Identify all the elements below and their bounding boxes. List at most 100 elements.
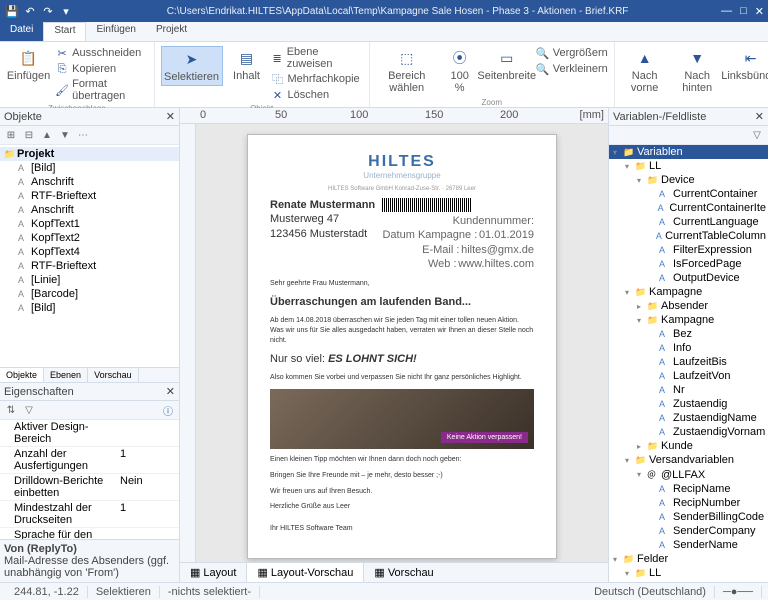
view-layout-preview[interactable]: ▦Layout-Vorschau <box>246 563 364 582</box>
tree-item[interactable]: ARTF-Brieftext <box>0 189 179 203</box>
qat-save-icon[interactable]: 💾 <box>4 3 20 19</box>
tree-item[interactable]: A[Bild] <box>0 161 179 175</box>
menu-bar: Datei Start Einfügen Projekt <box>0 22 768 42</box>
var-node[interactable]: ALaufzeitBis <box>609 355 768 369</box>
prop-row[interactable]: Aktiver Design-Bereich <box>0 420 179 447</box>
var-node[interactable]: AZustaendigVornam <box>609 425 768 439</box>
var-node[interactable]: AOutputDevice <box>609 271 768 285</box>
tree-item[interactable]: AKopfText1 <box>0 217 179 231</box>
tree-item[interactable]: ARTF-Brieftext <box>0 259 179 273</box>
page-width-button[interactable]: ▭Seitenbreite <box>482 46 532 84</box>
var-node[interactable]: ANr <box>609 383 768 397</box>
tree-item[interactable]: AKopfText2 <box>0 231 179 245</box>
prop-row[interactable]: Anzahl der Ausfertigungen1 <box>0 447 179 474</box>
up-icon[interactable]: ▲ <box>40 128 54 142</box>
send-back-button[interactable]: ▼Nach hinten <box>672 46 721 96</box>
more-icon[interactable]: ⋯ <box>76 128 90 142</box>
var-node[interactable]: ACurrentLanguage <box>609 215 768 229</box>
zoom-100-button[interactable]: ⦿100 % <box>442 46 478 96</box>
var-node[interactable]: ▸📁Absender <box>609 299 768 313</box>
zoom-in-button[interactable]: 🔍Vergrößern <box>536 46 608 60</box>
prop-row[interactable]: Drilldown-Berichte einbettenNein <box>0 474 179 501</box>
var-node[interactable]: AZustaendig <box>609 397 768 411</box>
format-painter-button[interactable]: 🖌Format übertragen <box>55 78 147 102</box>
var-node[interactable]: ABez <box>609 327 768 341</box>
tree-item[interactable]: A[Bild] <box>0 301 179 315</box>
close-props-icon[interactable]: ✕ <box>166 385 175 398</box>
zoom-out-button[interactable]: 🔍Verkleinern <box>536 62 608 76</box>
var-node[interactable]: ▾📁Device <box>609 173 768 187</box>
tab-layers[interactable]: Ebenen <box>44 368 88 382</box>
align-left-button[interactable]: ⇤Linksbündig <box>726 46 768 84</box>
var-node[interactable]: ARecipNumber <box>609 496 768 510</box>
tree-item[interactable]: AAnschrift <box>0 203 179 217</box>
tab-start[interactable]: Start <box>43 22 86 41</box>
qat-undo-icon[interactable]: ↶ <box>22 3 38 19</box>
multi-copy-button[interactable]: ⿻Mehrfachkopie <box>271 72 363 86</box>
var-node[interactable]: ALaufzeitVon <box>609 369 768 383</box>
zoom-slider[interactable]: ─●── <box>715 586 762 598</box>
var-node[interactable]: AInfo <box>609 341 768 355</box>
var-node[interactable]: ▾📁Kampagne <box>609 313 768 327</box>
var-node[interactable]: ▾📁Versandvariablen <box>609 453 768 467</box>
var-node[interactable]: ▾📁LL <box>609 566 768 580</box>
var-node[interactable]: ASenderName <box>609 538 768 552</box>
var-node[interactable]: ASenderCompany <box>609 524 768 538</box>
minimize-icon[interactable]: — <box>721 5 732 18</box>
bring-front-button[interactable]: ▲Nach vorne <box>621 46 669 96</box>
var-node[interactable]: ASenderBillingCode <box>609 510 768 524</box>
var-node[interactable]: ARecipName <box>609 482 768 496</box>
sort-icon[interactable]: ⇅ <box>4 403 18 417</box>
paste-button[interactable]: 📋Einfügen <box>6 46 51 84</box>
zoom-area-button[interactable]: ⬚Bereich wählen <box>376 46 438 96</box>
select-button[interactable]: ➤Selektieren <box>161 46 223 86</box>
var-node[interactable]: ACurrentTableColumn <box>609 229 768 243</box>
view-layout[interactable]: ▦Layout <box>180 563 246 582</box>
document-page[interactable]: HILTES Unternehmensgruppe HILTES Softwar… <box>247 134 557 559</box>
filter-icon[interactable]: ▽ <box>750 128 764 142</box>
content-icon: ▤ <box>237 48 257 68</box>
tree-item[interactable]: AKopfText4 <box>0 245 179 259</box>
var-node[interactable]: AIsForcedPage <box>609 257 768 271</box>
assign-layer-button[interactable]: ≣Ebene zuweisen <box>271 46 363 70</box>
tab-insert[interactable]: Einfügen <box>86 22 145 41</box>
tab-objects[interactable]: Objekte <box>0 368 44 382</box>
var-node[interactable]: AFilterExpression <box>609 243 768 257</box>
var-node[interactable]: ▾📁Kampagne <box>609 285 768 299</box>
var-node[interactable]: ▾＠@LLFAX <box>609 467 768 482</box>
filter-icon[interactable]: ▽ <box>22 403 36 417</box>
qat-more-icon[interactable]: ▾ <box>58 3 74 19</box>
view-preview[interactable]: ▦Vorschau <box>364 563 443 582</box>
maximize-icon[interactable]: □ <box>740 5 747 18</box>
var-node[interactable]: ▾📁Felder <box>609 552 768 566</box>
var-node[interactable]: ACurrentContainer <box>609 187 768 201</box>
close-icon[interactable]: ✕ <box>755 5 764 18</box>
var-node[interactable]: ACurrentContainerIte <box>609 201 768 215</box>
qat-redo-icon[interactable]: ↷ <box>40 3 56 19</box>
copy-button[interactable]: ⎘Kopieren <box>55 62 147 76</box>
object-tree[interactable]: 📁Projekt A[Bild]AAnschriftARTF-Brieftext… <box>0 145 179 367</box>
var-node[interactable]: ▾📁Variablen <box>609 145 768 159</box>
expand-icon[interactable]: ⊞ <box>4 128 18 142</box>
tree-item[interactable]: A[Linie] <box>0 273 179 287</box>
prop-row[interactable]: Mindestzahl der Druckseiten1 <box>0 501 179 528</box>
var-node[interactable]: ▸📁Kunde <box>609 439 768 453</box>
tree-item[interactable]: A[Barcode] <box>0 287 179 301</box>
collapse-icon[interactable]: ⊟ <box>22 128 36 142</box>
canvas[interactable]: HILTES Unternehmensgruppe HILTES Softwar… <box>196 124 608 562</box>
down-icon[interactable]: ▼ <box>58 128 72 142</box>
close-panel-icon[interactable]: ✕ <box>166 110 175 123</box>
delete-button[interactable]: ✕Löschen <box>271 88 363 102</box>
content-button[interactable]: ▤Inhalt <box>227 46 267 84</box>
tab-project[interactable]: Projekt <box>146 22 197 41</box>
close-vars-icon[interactable]: ✕ <box>755 110 764 123</box>
var-node[interactable]: ▾📁LL <box>609 159 768 173</box>
prop-row[interactable]: Sprache für den Druck <box>0 528 179 539</box>
var-node[interactable]: AZustaendigName <box>609 411 768 425</box>
file-tab[interactable]: Datei <box>0 22 43 41</box>
info-icon[interactable]: ⓘ <box>161 403 175 417</box>
tree-item[interactable]: AAnschrift <box>0 175 179 189</box>
cut-button[interactable]: ✂Ausschneiden <box>55 46 147 60</box>
variable-tree[interactable]: ▾📁Variablen▾📁LL▾📁DeviceACurrentContainer… <box>609 145 768 582</box>
tab-preview[interactable]: Vorschau <box>88 368 139 382</box>
